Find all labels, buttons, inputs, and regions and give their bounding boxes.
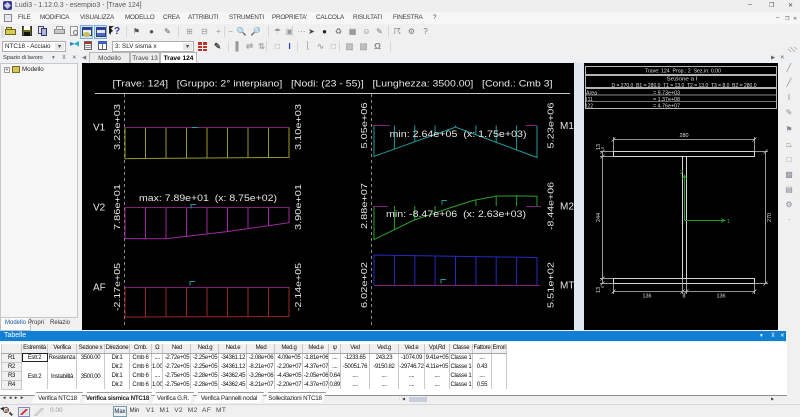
svg-text:-2.17e+05: -2.17e+05 xyxy=(112,263,122,311)
svg-text:V1: V1 xyxy=(93,123,106,134)
svg-text:Area: Area xyxy=(586,91,598,97)
svg-text:136: 136 xyxy=(643,294,652,300)
svg-text:MT: MT xyxy=(560,281,574,292)
svg-text:D = 270.0 B1 = 280.0 T1 = 13: D = 270.0 B1 = 280.0 T1 = 13.0 T2 = 13.0… xyxy=(612,83,757,89)
svg-text:min: 2.64e+05 (x: 1.75e+03): min: 2.64e+05 (x: 1.75e+03) xyxy=(390,129,527,139)
svg-text:5.23e+06: 5.23e+06 xyxy=(546,102,556,148)
svg-text:Trave: 124 Prop.: 2 Sez.in:: Trave: 124 Prop.: 2 Sez.in: 0.00 xyxy=(645,69,721,75)
svg-text:270: 270 xyxy=(767,213,773,222)
svg-text:-2.14e+05: -2.14e+05 xyxy=(293,263,303,311)
svg-text:13: 13 xyxy=(596,287,602,293)
svg-text:Sezione a I: Sezione a I xyxy=(667,77,699,83)
svg-text:3.10e+03: 3.10e+03 xyxy=(293,104,303,150)
svg-text:6.02e+02: 6.02e+02 xyxy=(359,262,369,308)
svg-text:13: 13 xyxy=(596,144,602,150)
svg-text:M2: M2 xyxy=(560,202,574,213)
svg-text:136: 136 xyxy=(717,294,726,300)
svg-text:5.05e+06: 5.05e+06 xyxy=(359,102,369,148)
svg-text:3.90e+01: 3.90e+01 xyxy=(293,184,303,230)
svg-text:2.88e+07: 2.88e+07 xyxy=(359,183,369,229)
svg-text:= 1.37e+08: = 1.37e+08 xyxy=(653,97,680,103)
svg-text:5.51e+02: 5.51e+02 xyxy=(546,262,556,308)
svg-text:max: 7.89e+01 (x: 8.75e+02): max: 7.89e+01 (x: 8.75e+02) xyxy=(139,193,277,203)
svg-text:I11: I11 xyxy=(586,97,593,103)
svg-text:8: 8 xyxy=(683,294,686,300)
svg-text:M1: M1 xyxy=(560,121,574,132)
svg-text:AF: AF xyxy=(93,283,106,294)
svg-text:-8.44e+06: -8.44e+06 xyxy=(546,182,556,230)
svg-text:280: 280 xyxy=(680,133,689,139)
svg-text:1: 1 xyxy=(727,219,730,225)
svg-text:V2: V2 xyxy=(93,203,106,214)
svg-text:= 4.76e+07: = 4.76e+07 xyxy=(653,104,680,110)
svg-text:[Trave: 124] [Gruppo: 2° int: [Trave: 124] [Gruppo: 2° interpiano] [No… xyxy=(113,79,553,89)
svg-text:7.86e+01: 7.86e+01 xyxy=(112,184,122,230)
svg-text:3.23e+03: 3.23e+03 xyxy=(112,104,122,150)
svg-text:= 9.73e+03: = 9.73e+03 xyxy=(653,91,680,97)
svg-text:244: 244 xyxy=(596,213,602,222)
svg-text:min: -8.47e+06 (x: 2.63e+03): min: -8.47e+06 (x: 2.63e+03) xyxy=(386,209,526,219)
svg-text:I22: I22 xyxy=(586,104,593,110)
svg-text:2: 2 xyxy=(680,170,683,176)
